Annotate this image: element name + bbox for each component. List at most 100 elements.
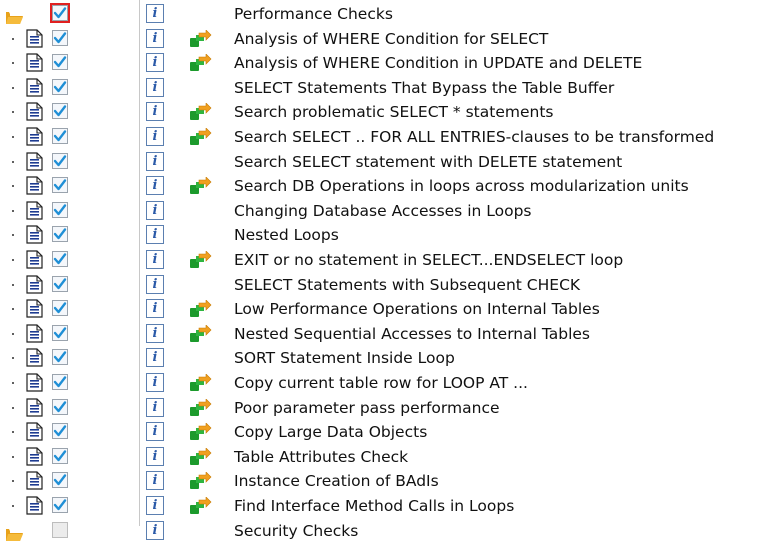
checkbox-checked-icon[interactable] — [52, 275, 68, 292]
checkbox-checked-icon[interactable] — [52, 447, 68, 464]
checkbox-checked-icon[interactable] — [52, 423, 68, 440]
checkbox-icon[interactable] — [52, 521, 68, 538]
document-icon — [26, 250, 43, 269]
check-label: Search SELECT statement with DELETE stat… — [234, 152, 623, 171]
document-icon — [26, 397, 43, 417]
info-icon[interactable]: i — [146, 4, 164, 23]
checkbox-checked-icon[interactable] — [52, 349, 68, 366]
check-label: Search DB Operations in loops across mod… — [234, 177, 689, 196]
check-row[interactable]: i Changing Database Accesses in Loops — [0, 199, 768, 223]
check-row[interactable]: i Poor parameter pass performance — [0, 396, 768, 420]
checkbox-checked-icon[interactable] — [52, 374, 68, 390]
check-row[interactable]: i Find Interface Method Calls in Loops — [0, 494, 768, 518]
info-icon[interactable]: i — [146, 176, 164, 196]
info-icon[interactable]: i — [146, 471, 164, 491]
checkbox-checked-icon[interactable] — [52, 497, 68, 513]
checkbox-checked-icon[interactable] — [52, 324, 68, 341]
info-icon[interactable]: i — [146, 53, 164, 73]
info-icon[interactable]: i — [146, 250, 164, 269]
execute-arrow-icon[interactable] — [189, 299, 212, 318]
check-row[interactable]: i Search DB Operations in loops across mo… — [0, 174, 768, 198]
execute-arrow-icon[interactable] — [189, 496, 212, 515]
check-row[interactable]: i SELECT Statements That Bypass the Table… — [0, 76, 768, 100]
info-icon[interactable]: i — [146, 102, 164, 122]
check-label: Analysis of WHERE Condition in UPDATE an… — [234, 54, 643, 73]
execute-arrow-icon[interactable] — [189, 447, 212, 466]
info-icon[interactable]: i — [146, 200, 164, 220]
tree-connector-dot — [12, 86, 14, 89]
execute-arrow-icon[interactable] — [189, 28, 212, 48]
info-icon[interactable]: i — [146, 422, 164, 442]
checkbox-checked-icon[interactable] — [52, 29, 68, 46]
info-icon[interactable]: i — [146, 225, 164, 245]
checkbox-checked-icon[interactable] — [52, 398, 68, 415]
checkbox-checked-icon[interactable] — [52, 54, 68, 71]
checkbox-checked-icon[interactable] — [52, 300, 68, 317]
checkbox-checked-icon[interactable] — [52, 152, 68, 169]
check-row[interactable]: i Copy current table row for LOOP AT ... — [0, 371, 768, 395]
execute-arrow-icon[interactable] — [189, 176, 212, 195]
execute-arrow-icon[interactable] — [189, 102, 212, 121]
execute-arrow-icon[interactable] — [189, 127, 212, 146]
execute-arrow-icon[interactable] — [189, 324, 212, 343]
category-row-security-checks[interactable]: i Security Checks — [0, 519, 768, 543]
info-icon[interactable]: i — [146, 373, 164, 392]
folder-icon[interactable] — [6, 9, 23, 24]
tree-connector-dot — [12, 505, 14, 507]
checkbox-checked-icon[interactable] — [52, 177, 68, 194]
check-row[interactable]: i Search SELECT statement with DELETE sta… — [0, 150, 768, 174]
execute-arrow-icon[interactable] — [189, 53, 212, 72]
check-row[interactable]: i SORT Statement Inside Loop — [0, 346, 768, 370]
info-icon[interactable]: i — [146, 127, 164, 146]
checkbox-checked-icon[interactable] — [52, 472, 68, 489]
document-icon — [26, 274, 43, 294]
document-icon — [26, 28, 43, 48]
info-icon[interactable]: i — [146, 496, 164, 515]
check-row[interactable]: i Nested Loops — [0, 223, 768, 247]
info-icon[interactable]: i — [146, 151, 164, 171]
execute-arrow-icon[interactable] — [189, 471, 212, 490]
execute-arrow-icon[interactable] — [189, 422, 212, 441]
checkbox-checked-icon[interactable] — [52, 226, 68, 243]
info-icon[interactable]: i — [146, 323, 164, 343]
info-icon[interactable]: i — [146, 28, 164, 48]
execute-arrow-icon[interactable] — [189, 250, 212, 269]
document-icon — [26, 201, 43, 220]
execute-arrow-icon[interactable] — [189, 397, 212, 417]
folder-icon[interactable] — [6, 526, 23, 541]
check-row[interactable]: i Nested Sequential Accesses to Internal … — [0, 322, 768, 346]
info-icon[interactable]: i — [146, 397, 164, 417]
checkbox-checked-icon[interactable] — [52, 251, 68, 267]
check-label: Copy current table row for LOOP AT ... — [234, 374, 528, 392]
check-row[interactable]: i Analysis of WHERE Condition for SELECT — [0, 27, 768, 51]
document-icon — [26, 102, 43, 121]
category-row-performance-checks[interactable]: i Performance Checks — [0, 2, 768, 26]
checkbox-checked-icon[interactable] — [52, 103, 68, 120]
checkbox-checked-icon[interactable] — [52, 201, 68, 218]
checkbox-checked-icon[interactable] — [50, 3, 70, 23]
info-icon[interactable]: i — [146, 77, 164, 97]
info-icon[interactable]: i — [146, 299, 164, 319]
check-row[interactable]: i Search problematic SELECT * statements — [0, 100, 768, 124]
document-icon — [26, 348, 43, 367]
execute-arrow-icon[interactable] — [189, 373, 212, 392]
check-row[interactable]: i Analysis of WHERE Condition in UPDATE a… — [0, 51, 768, 75]
check-row[interactable]: i Instance Creation of BAdIs — [0, 469, 768, 493]
tree-connector-dot — [12, 136, 14, 138]
check-row[interactable]: i SELECT Statements with Subsequent CHECK — [0, 273, 768, 297]
checkbox-checked-icon[interactable] — [52, 128, 68, 144]
document-icon — [26, 447, 43, 466]
tree-connector-dot — [12, 406, 14, 409]
check-row[interactable]: i EXIT or no statement in SELECT...ENDSEL… — [0, 248, 768, 272]
info-icon[interactable]: i — [146, 348, 164, 368]
info-icon[interactable]: i — [146, 274, 164, 294]
check-label: SORT Statement Inside Loop — [234, 349, 455, 368]
tree-connector-dot — [12, 332, 14, 335]
checkbox-checked-icon[interactable] — [52, 78, 68, 95]
check-row[interactable]: i Copy Large Data Objects — [0, 420, 768, 444]
check-row[interactable]: i Low Performance Operations on Internal … — [0, 297, 768, 321]
info-icon[interactable]: i — [146, 446, 164, 466]
check-row[interactable]: i Search SELECT .. FOR ALL ENTRIES-clause… — [0, 125, 768, 149]
info-icon[interactable]: i — [146, 520, 164, 540]
check-row[interactable]: i Table Attributes Check — [0, 445, 768, 469]
